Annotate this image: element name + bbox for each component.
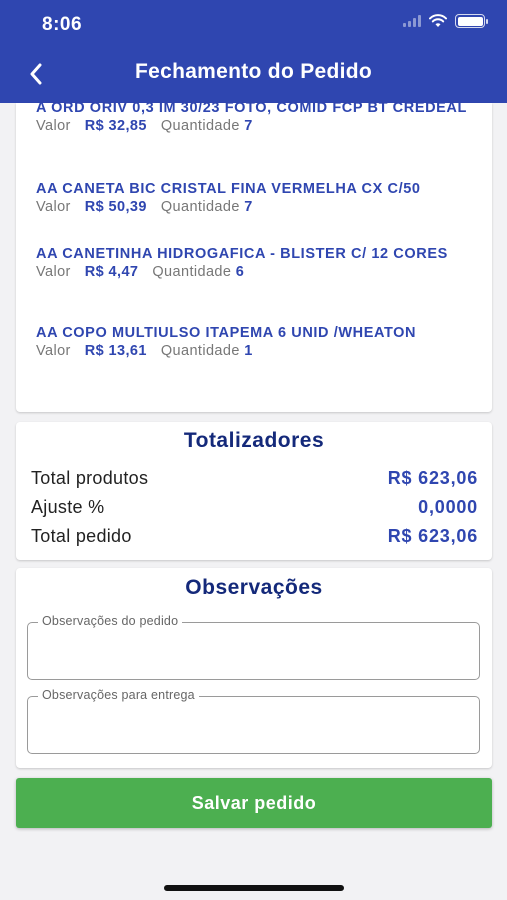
order-notes-label: Observações do pedido [38, 614, 183, 628]
battery-icon [455, 14, 488, 28]
wifi-icon [429, 14, 447, 27]
valor-label: Valor [36, 343, 71, 359]
delivery-notes-label: Observações para entrega [38, 688, 199, 702]
item-name: AA CANETA BIC CRISTAL FINA VERMELHA CX C… [36, 181, 421, 197]
order-items-list[interactable]: A ORD ORIV 0,3 IM 30/23 FOTO, COMID FCP … [16, 103, 492, 412]
totals-card: Totalizadores Total produtos R$ 623,06 A… [16, 422, 492, 560]
valor-label: Valor [36, 199, 71, 215]
observations-card: Observações Observações do pedido Observ… [16, 568, 492, 768]
adjustment-row: Ajuste % 0,0000 [31, 497, 478, 518]
total-order-value: R$ 623,06 [387, 526, 478, 546]
total-products-label: Total produtos [31, 468, 149, 488]
totals-title: Totalizadores [183, 429, 325, 452]
total-order-label: Total pedido [31, 526, 132, 546]
app-header: 8:06 Fechamento do Pedido [0, 0, 507, 103]
total-products-value: R$ 623,06 [387, 468, 478, 488]
valor-label: Valor [36, 264, 71, 280]
quantidade-label: Quantidade [160, 118, 240, 134]
item-name: A ORD ORIV 0,3 IM 30/23 FOTO, COMID FCP … [36, 103, 467, 116]
list-item[interactable]: AA CANETINHA HIDROGAFICA - BLISTER C/ 12… [36, 246, 482, 280]
item-quantity: 7 [244, 118, 253, 134]
item-name: AA COPO MULTIULSO ITAPEMA 6 UNID /WHEATO… [36, 325, 417, 341]
total-products-row: Total produtos R$ 623,06 [31, 468, 478, 489]
total-order-row: Total pedido R$ 623,06 [31, 526, 478, 547]
quantidade-label: Quantidade [152, 264, 232, 280]
save-order-button[interactable]: Salvar pedido [16, 778, 492, 828]
signal-icon [403, 15, 421, 27]
item-price: R$ 13,61 [84, 343, 147, 359]
adjustment-value: 0,0000 [418, 497, 478, 517]
adjustment-label: Ajuste % [31, 497, 105, 517]
status-time: 8:06 [42, 14, 83, 35]
quantidade-label: Quantidade [160, 199, 240, 215]
quantidade-label: Quantidade [160, 343, 240, 359]
item-quantity: 6 [235, 264, 245, 280]
item-details: Valor R$ 32,85 Quantidade 7 [36, 118, 482, 134]
valor-label: Valor [36, 118, 71, 134]
observations-title: Observações [185, 576, 323, 599]
list-item[interactable]: AA COPO MULTIULSO ITAPEMA 6 UNID /WHEATO… [36, 325, 482, 359]
page-title: Fechamento do Pedido [134, 60, 373, 83]
item-details: Valor R$ 50,39 Quantidade 7 [36, 199, 482, 215]
delivery-notes-field[interactable]: Observações para entrega [27, 688, 480, 754]
item-price: R$ 32,85 [84, 118, 147, 134]
item-quantity: 7 [244, 199, 253, 215]
item-name: AA CANETINHA HIDROGAFICA - BLISTER C/ 12… [36, 246, 448, 262]
status-icons [403, 14, 488, 28]
item-quantity: 1 [244, 343, 253, 359]
list-item[interactable]: A ORD ORIV 0,3 IM 30/23 FOTO, COMID FCP … [36, 103, 482, 134]
item-price: R$ 4,47 [84, 264, 139, 280]
item-details: Valor R$ 4,47 Quantidade 6 [36, 264, 482, 280]
item-details: Valor R$ 13,61 Quantidade 1 [36, 343, 482, 359]
item-price: R$ 50,39 [84, 199, 147, 215]
list-item[interactable]: AA CANETA BIC CRISTAL FINA VERMELHA CX C… [36, 181, 482, 215]
order-notes-field[interactable]: Observações do pedido [27, 614, 480, 680]
home-indicator[interactable] [164, 885, 344, 891]
